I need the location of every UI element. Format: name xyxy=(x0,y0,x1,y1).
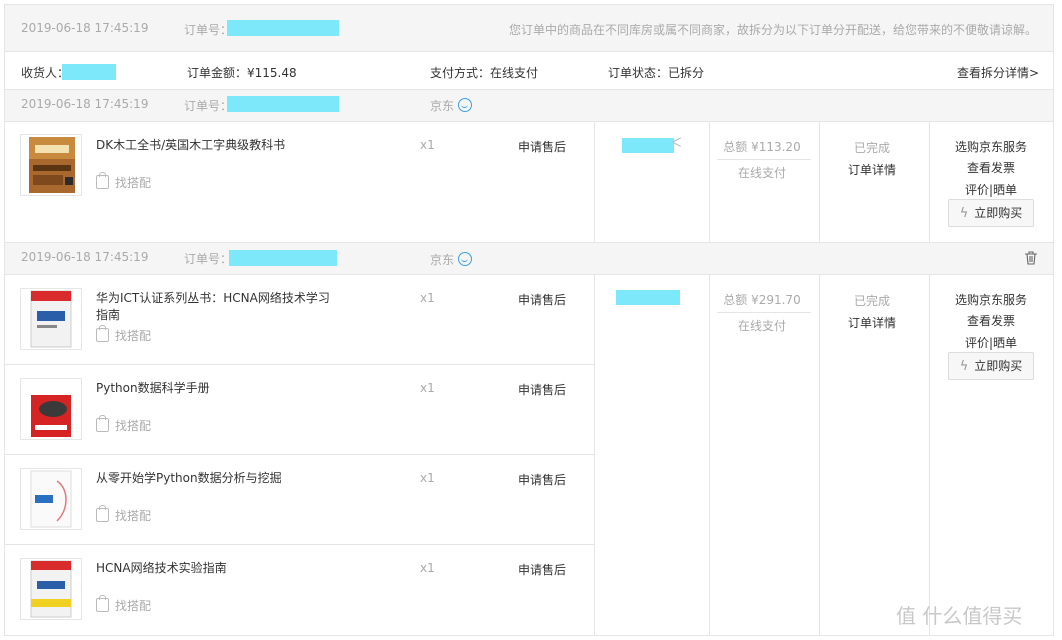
suborder-1-no-label: 订单号： xyxy=(184,99,233,113)
consignee-redacted xyxy=(616,290,680,305)
product-name[interactable]: HCNA网络技术实验指南 xyxy=(96,560,346,577)
watermark: 值 什么值得买 xyxy=(896,604,1023,628)
find-match-button[interactable]: 找搭配 xyxy=(96,325,151,344)
find-match-button[interactable]: 找搭配 xyxy=(96,595,151,614)
product-thumb[interactable] xyxy=(20,558,82,620)
suborder-1-shop[interactable]: 京东 xyxy=(430,97,473,114)
find-match-button[interactable]: 找搭配 xyxy=(96,172,151,191)
find-match-button[interactable]: 找搭配 xyxy=(96,415,151,434)
apply-after-sale-link[interactable]: 申请售后 xyxy=(518,561,566,578)
suborder-pay-method: 在线支付 xyxy=(737,319,786,333)
suborder-2-shop[interactable]: 京东 xyxy=(430,251,473,268)
split-notice: 您订单中的商品在不同库房或属不同商家，故拆分为以下订单分开配送，给您带来的不便敬… xyxy=(509,23,1038,37)
book-cover-python-icon xyxy=(31,381,71,437)
find-match-button[interactable]: 找搭配 xyxy=(96,505,151,524)
product-name[interactable]: 华为ICT认证系列丛书：HCNA网络技术学习指南 xyxy=(96,290,336,324)
order-time: 2019-06-18 17:45:19 xyxy=(21,21,149,35)
product-qty: x1 xyxy=(420,291,435,305)
product-name[interactable]: Python数据科学手册 xyxy=(96,380,346,397)
person-icon: ᐸ xyxy=(672,136,682,151)
order-amount: 订单金额：¥115.48 xyxy=(187,66,297,80)
payment-method: 支付方式：在线支付 xyxy=(430,66,539,80)
bag-icon xyxy=(96,415,109,432)
order-detail-link[interactable]: 订单详情 xyxy=(818,161,926,178)
delete-trash-icon[interactable] xyxy=(1024,251,1038,265)
buy-jd-service-link[interactable]: 选购京东服务 xyxy=(930,291,1052,308)
apply-after-sale-link[interactable]: 申请售后 xyxy=(518,138,566,155)
order-status: 订单状态：已拆分 xyxy=(608,66,705,80)
order-no-redacted xyxy=(227,20,339,36)
consignee-redacted xyxy=(622,138,674,153)
buy-now-button[interactable]: ϟ 立即购买 xyxy=(948,199,1034,227)
chat-smile-icon[interactable] xyxy=(458,252,473,266)
suborder-2-no-label: 订单号： xyxy=(184,252,233,266)
suborder-status: 已完成 xyxy=(853,141,890,155)
book-cover-python-mining-icon xyxy=(30,470,72,528)
product-qty: x1 xyxy=(420,561,435,575)
receiver-redacted xyxy=(62,64,116,80)
product-thumb[interactable] xyxy=(20,468,82,530)
product-name[interactable]: 从零开始学Python数据分析与挖掘 xyxy=(96,470,346,487)
suborder-2-time: 2019-06-18 17:45:19 xyxy=(21,250,149,264)
suborder-2-no-redacted xyxy=(229,250,337,266)
suborder-total: 总额 ¥113.20 xyxy=(723,140,801,154)
view-invoice-link[interactable]: 查看发票 xyxy=(930,159,1052,176)
product-qty: x1 xyxy=(420,138,435,152)
product-qty: x1 xyxy=(420,471,435,485)
lightning-icon: ϟ xyxy=(959,359,969,374)
suborder-1-time: 2019-06-18 17:45:19 xyxy=(21,97,149,111)
order-detail-link[interactable]: 订单详情 xyxy=(818,314,926,331)
view-split-link[interactable]: 查看拆分详情> xyxy=(957,64,1039,81)
bag-icon xyxy=(96,505,109,522)
view-invoice-link[interactable]: 查看发票 xyxy=(930,312,1052,329)
product-thumb[interactable] xyxy=(20,134,82,196)
order-no-label: 订单号： xyxy=(184,23,233,37)
product-name[interactable]: DK木工全书/英国木工字典级教科书 xyxy=(96,137,346,154)
apply-after-sale-link[interactable]: 申请售后 xyxy=(518,381,566,398)
product-thumb[interactable] xyxy=(20,378,82,440)
bag-icon xyxy=(96,325,109,342)
review-share-link[interactable]: 评价|晒单 xyxy=(930,334,1052,351)
chat-smile-icon[interactable] xyxy=(458,98,473,112)
suborder-status: 已完成 xyxy=(853,294,890,308)
suborder-pay-method: 在线支付 xyxy=(737,166,786,180)
suborder-2-header xyxy=(5,243,1053,274)
buy-now-button[interactable]: ϟ 立即购买 xyxy=(948,352,1034,380)
product-qty: x1 xyxy=(420,381,435,395)
product-thumb[interactable] xyxy=(20,288,82,350)
book-cover-hcna-lab-icon xyxy=(30,560,72,618)
bag-icon xyxy=(96,595,109,612)
lightning-icon: ϟ xyxy=(959,206,969,221)
suborder-1-header xyxy=(5,90,1053,121)
apply-after-sale-link[interactable]: 申请售后 xyxy=(518,291,566,308)
buy-jd-service-link[interactable]: 选购京东服务 xyxy=(930,138,1052,155)
book-cover-hcna-icon xyxy=(30,290,72,348)
apply-after-sale-link[interactable]: 申请售后 xyxy=(518,471,566,488)
bag-icon xyxy=(96,172,109,189)
review-share-link[interactable]: 评价|晒单 xyxy=(930,181,1052,198)
book-cover-woodwork-icon xyxy=(29,137,75,193)
suborder-1-no-redacted xyxy=(227,96,339,112)
suborder-total: 总额 ¥291.70 xyxy=(723,293,801,307)
